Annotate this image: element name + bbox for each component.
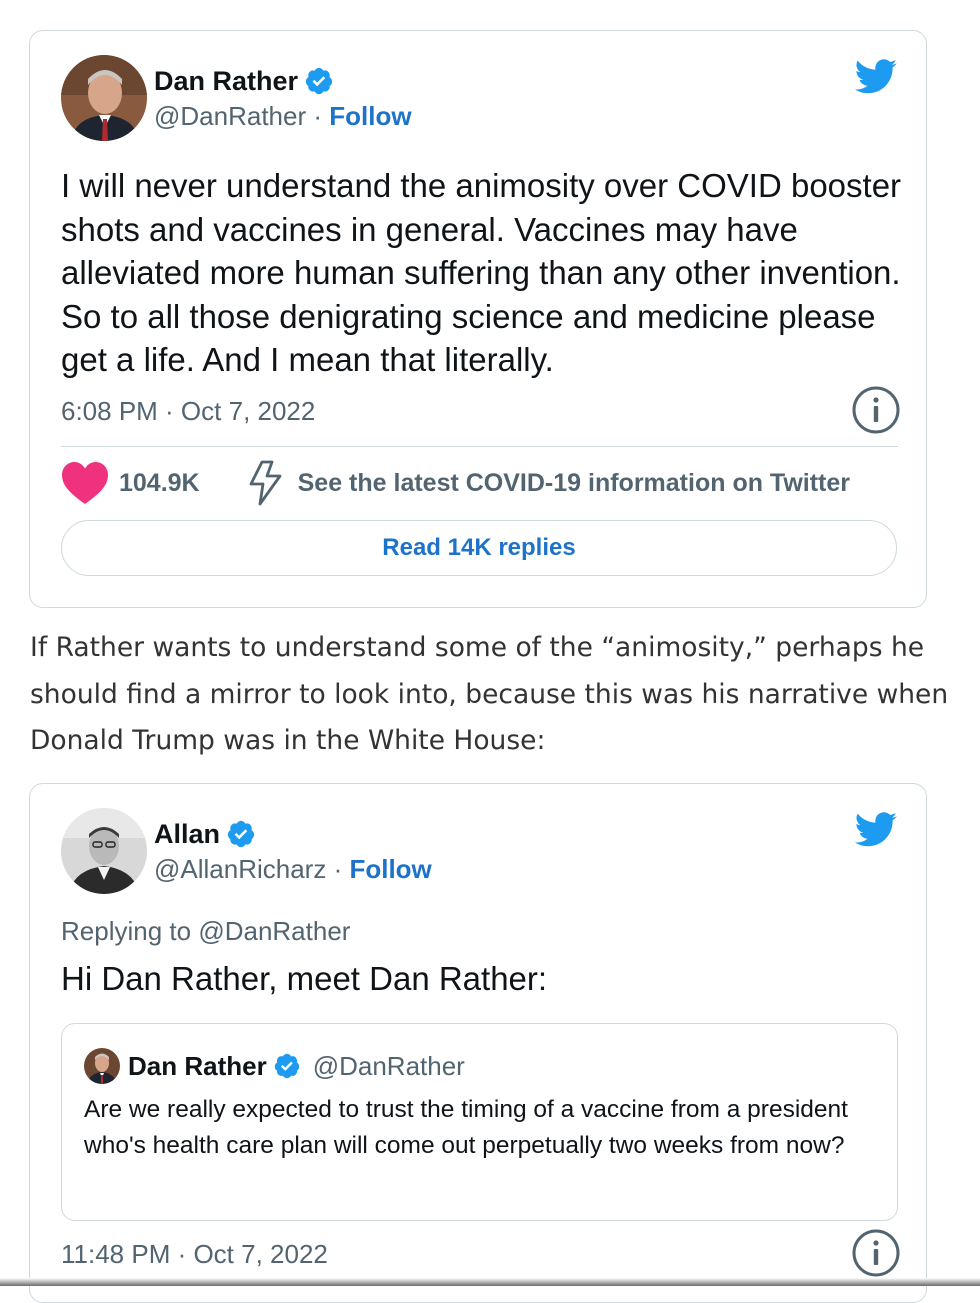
tweet-timestamp[interactable]: 11:48 PM · Oct 7, 2022	[61, 1239, 328, 1270]
author-handle-line: @DanRather · Follow	[154, 101, 412, 132]
tweet-text: I will never understand the animosity ov…	[61, 167, 902, 378]
author-handle[interactable]: @DanRather	[154, 101, 306, 131]
author-name-text[interactable]: Allan	[154, 819, 220, 850]
like-count[interactable]: 104.9K	[119, 469, 200, 498]
author-name[interactable]: Dan Rather	[154, 64, 334, 98]
quoted-author-name[interactable]: Dan Rather	[128, 1051, 267, 1082]
article-paragraph: If Rather wants to understand some of th…	[30, 632, 949, 756]
follow-button[interactable]: Follow	[329, 101, 411, 131]
avatar[interactable]	[61, 808, 147, 894]
replying-to: Replying to @DanRather	[61, 916, 350, 947]
embedded-tweet-allan[interactable]: Allan @AllanRicharz · Follow Replying to…	[29, 783, 927, 1303]
twitter-bird-icon[interactable]	[854, 812, 898, 848]
window-bottom-edge	[0, 1278, 980, 1286]
tweet-text: Hi Dan Rather, meet Dan Rather:	[61, 960, 548, 997]
twitter-bird-icon[interactable]	[854, 59, 898, 95]
info-icon[interactable]	[851, 1228, 901, 1278]
quoted-avatar	[84, 1048, 120, 1084]
replying-mention[interactable]: @DanRather	[198, 916, 350, 946]
follow-button[interactable]: Follow	[349, 854, 431, 884]
separator-dot: ·	[306, 101, 330, 131]
quoted-header: Dan Rather @DanRather	[128, 1048, 465, 1084]
author-name-text[interactable]: Dan Rather	[154, 66, 298, 97]
covid-info-link[interactable]: See the latest COVID-19 information on T…	[298, 469, 850, 498]
tweet-actions: 104.9K See the latest COVID-19 informati…	[61, 460, 850, 506]
verified-badge-icon	[274, 1053, 299, 1079]
lightning-bolt-icon[interactable]	[248, 460, 284, 506]
heart-icon[interactable]	[61, 461, 109, 505]
separator-dot: ·	[326, 854, 350, 884]
verified-badge-icon	[304, 66, 334, 96]
tweet-timestamp[interactable]: 6:08 PM · Oct 7, 2022	[61, 396, 315, 427]
read-replies-button[interactable]: Read 14K replies	[61, 520, 897, 576]
verified-badge-icon	[226, 819, 256, 849]
author-name[interactable]: Allan	[154, 817, 256, 851]
replying-prefix: Replying to	[61, 916, 199, 946]
embedded-tweet-dan-rather[interactable]: Dan Rather @DanRather · Follow I will ne…	[29, 30, 927, 608]
author-handle-line: @AllanRicharz · Follow	[154, 854, 432, 885]
divider	[61, 446, 898, 447]
author-handle[interactable]: @AllanRicharz	[154, 854, 326, 884]
avatar[interactable]	[61, 55, 147, 141]
info-icon[interactable]	[851, 385, 901, 435]
quoted-tweet-text: Are we really expected to trust the timi…	[84, 1096, 848, 1159]
previous-text-fragment	[30, 0, 150, 6]
quoted-author-handle[interactable]: @DanRather	[313, 1051, 465, 1082]
quoted-tweet[interactable]: Dan Rather @DanRather Are we really expe…	[61, 1023, 898, 1221]
